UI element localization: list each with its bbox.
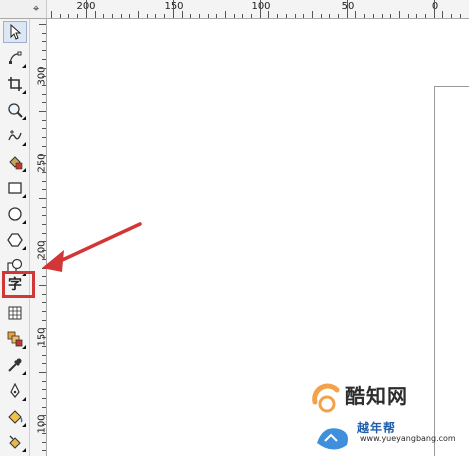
watermark-title: 酷知网 <box>345 384 408 408</box>
watermark-url: www.yueyangbang.com <box>360 434 456 443</box>
